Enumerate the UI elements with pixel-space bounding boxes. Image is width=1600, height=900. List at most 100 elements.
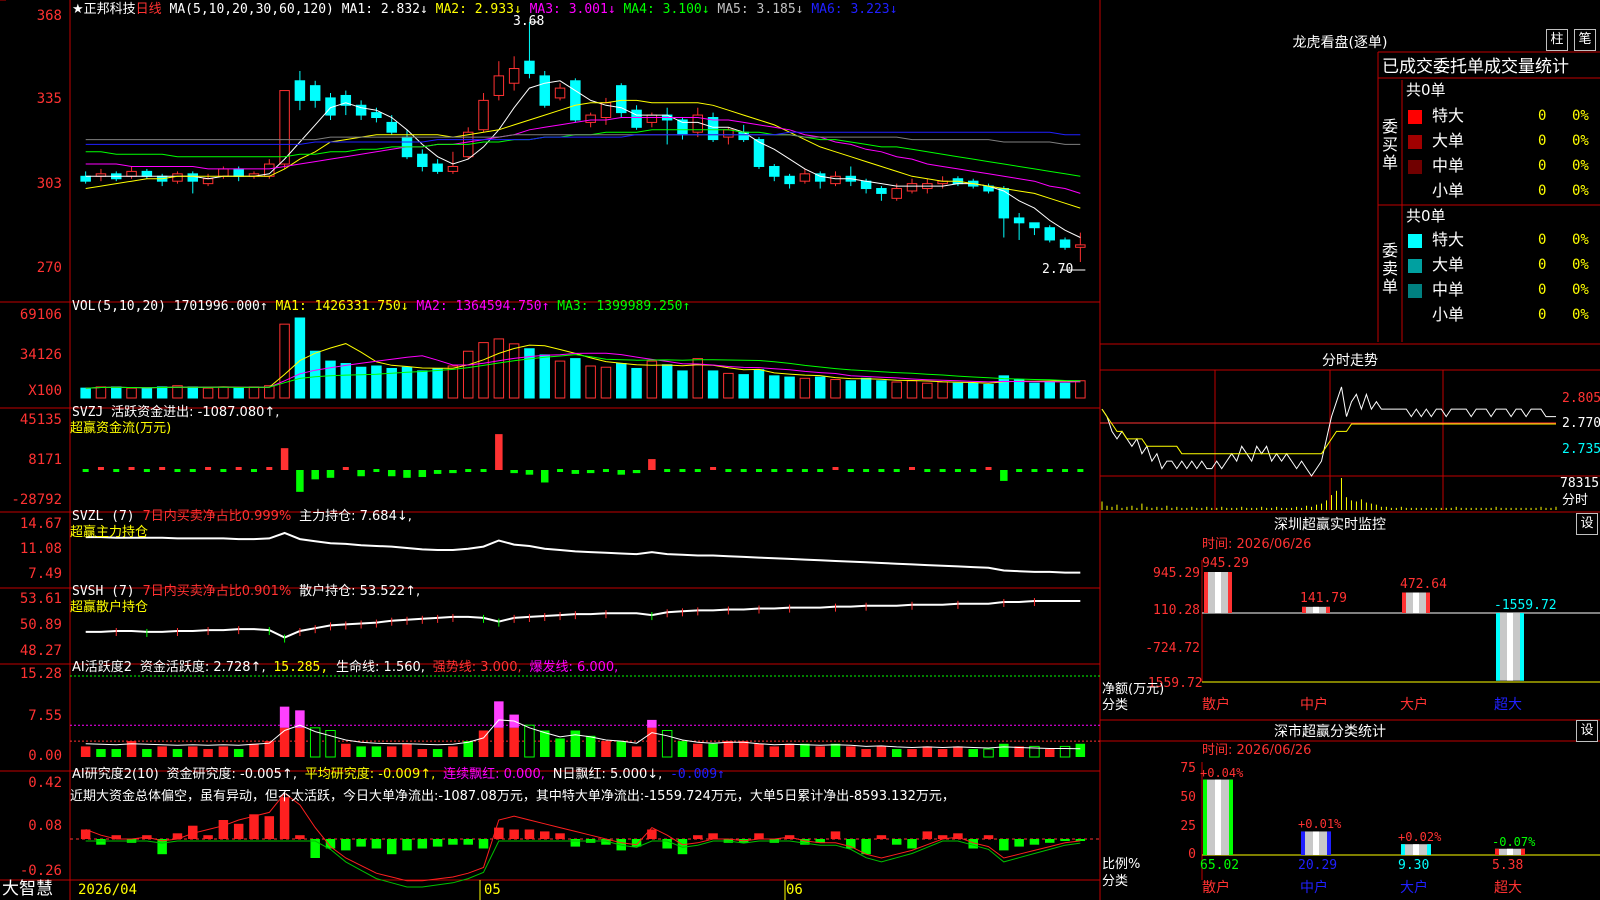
classify-category: 中户 (1300, 880, 1328, 896)
classify-bar-edge (1327, 831, 1331, 855)
ai-research-desc3: 连续飘红: 0.000, (443, 767, 545, 782)
fund-flow-bar (893, 469, 900, 472)
ai-active-axis-label: 15.28 (19, 666, 62, 682)
classify-value-label: 9.30 (1398, 858, 1430, 873)
row-category: 特大 (1432, 106, 1465, 125)
vol-header: VOL(5,10,20) 1701996.000↑ MA1: 1426331.7… (72, 299, 690, 315)
classify-category: 超大 (1494, 880, 1522, 896)
sz-classify-settings-button[interactable]: 设 (1576, 720, 1598, 742)
ai-active-bar (616, 741, 627, 757)
row-count: 0 (1538, 108, 1547, 124)
fund-flow-bar (679, 469, 686, 472)
candle-down (294, 80, 306, 101)
sz-monitor-category-label: 分类 (1102, 698, 1129, 713)
ma2-value: MA2: 2.933↓ (435, 2, 522, 17)
svzj-header: SVZJ 活跃资金进出: -1087.080↑, (72, 405, 279, 421)
legend-swatch (1408, 309, 1424, 325)
legend-swatch (1408, 110, 1422, 124)
fund-flow-bar (878, 469, 885, 472)
classify-axis-label: 50 (1180, 790, 1196, 805)
vol-label: VOL(5,10,20) (72, 299, 166, 314)
fund-flow-bar (1016, 469, 1023, 472)
classify-axis-label: 0 (1188, 847, 1196, 862)
buy-total: 共0单 (1406, 81, 1446, 99)
volume-bar (906, 380, 918, 399)
price-axis-label: 303 (36, 176, 62, 192)
stock-terminal: ★正邦科技日线 MA(5,10,20,30,60,120) MA1: 2.832… (0, 0, 1600, 900)
svzj-axis-label: 8171 (28, 452, 62, 468)
legend-swatch (1408, 185, 1424, 201)
candle-up (585, 114, 596, 123)
row-category: 小单 (1432, 181, 1465, 200)
sz-monitor-settings-button[interactable]: 设 (1576, 513, 1598, 535)
volume-bar (187, 386, 199, 399)
svzl-axis-label: 11.08 (19, 541, 62, 557)
vol-value: 1701996.000↑ (173, 299, 268, 314)
ai-research-desc1: 资金研究度: -0.005↑, (166, 767, 297, 782)
svzj-title: 超赢资金流(万元) (70, 421, 172, 436)
ai-active-bar (111, 749, 122, 757)
brand-logo[interactable]: 大智慧 (2, 879, 53, 899)
candle-up (799, 173, 811, 182)
volume-bar (478, 342, 489, 399)
ai-active-bar (754, 743, 764, 757)
favorite-star-icon[interactable]: ★ (72, 2, 84, 17)
low-price-marker: 2.70 (1042, 262, 1074, 277)
candle-down (1044, 227, 1055, 241)
fund-flow-bar (342, 467, 349, 470)
classify-bar-edge (1427, 844, 1431, 855)
date-axis-label: 06 (786, 882, 803, 898)
volume-bar (1013, 379, 1025, 399)
fund-flow-bar (540, 470, 549, 483)
candle-down (738, 131, 749, 141)
volume-bar (325, 360, 336, 399)
svzj-axis-label: 45135 (19, 412, 62, 428)
buy-side-label: 委买单 (1382, 117, 1399, 172)
candle-down (769, 165, 780, 177)
fund-flow-bar (266, 467, 273, 470)
dragon-subtitle: 已成交委托单成交量统计 (1382, 57, 1569, 77)
legend-swatch (1408, 160, 1422, 174)
volume-bar (156, 386, 168, 399)
ai-active-bar (861, 749, 871, 757)
vol-axis-label: 34126 (19, 347, 62, 363)
volume-bar (309, 350, 321, 399)
svzl-axis-label: 7.49 (28, 566, 62, 582)
research-bar (1014, 839, 1024, 847)
fund-flow-bar (311, 470, 319, 480)
candle-up (218, 168, 229, 177)
fund-flow-bar (280, 448, 289, 470)
fund-flow-bar (296, 470, 304, 492)
ai-active-bar (295, 727, 305, 757)
row-category: 中单 (1432, 280, 1465, 299)
intraday-price-label: 2.735 (1562, 442, 1600, 457)
period-label[interactable]: 日线 (136, 2, 162, 17)
research-bar (1044, 839, 1055, 843)
ma5-value: MA5: 3.185↓ (717, 2, 804, 17)
volume-bar (432, 367, 443, 399)
row-percent: 0% (1572, 108, 1589, 124)
fund-flow-bar (525, 470, 534, 475)
fund-flow-bar (557, 469, 564, 472)
ai-active-axis-label: 0.00 (28, 748, 62, 764)
classify-axis-label: 25 (1180, 819, 1196, 834)
ai-active-bar (1059, 745, 1071, 758)
volume-bar (646, 360, 658, 399)
stock-name[interactable]: 正邦科技 (84, 2, 136, 17)
volume-bar (218, 386, 229, 399)
volume-bar (355, 366, 367, 399)
volume-bar (585, 365, 596, 399)
ma5-line (85, 134, 1081, 145)
volume-bar (95, 386, 107, 399)
volume-bar (784, 376, 795, 399)
research-bar (233, 823, 244, 839)
ai-active-bar (80, 746, 91, 757)
intraday-title: 分时走势 (1322, 353, 1378, 369)
fund-flow-bar (465, 469, 472, 472)
candle-down (233, 168, 244, 177)
fund-flow-bar (373, 469, 380, 472)
row-percent: 0% (1572, 183, 1589, 199)
row-category: 大单 (1432, 131, 1465, 150)
tick-mode-button[interactable]: 笔 (1574, 29, 1596, 51)
bar-mode-button[interactable]: 柱 (1546, 29, 1568, 51)
